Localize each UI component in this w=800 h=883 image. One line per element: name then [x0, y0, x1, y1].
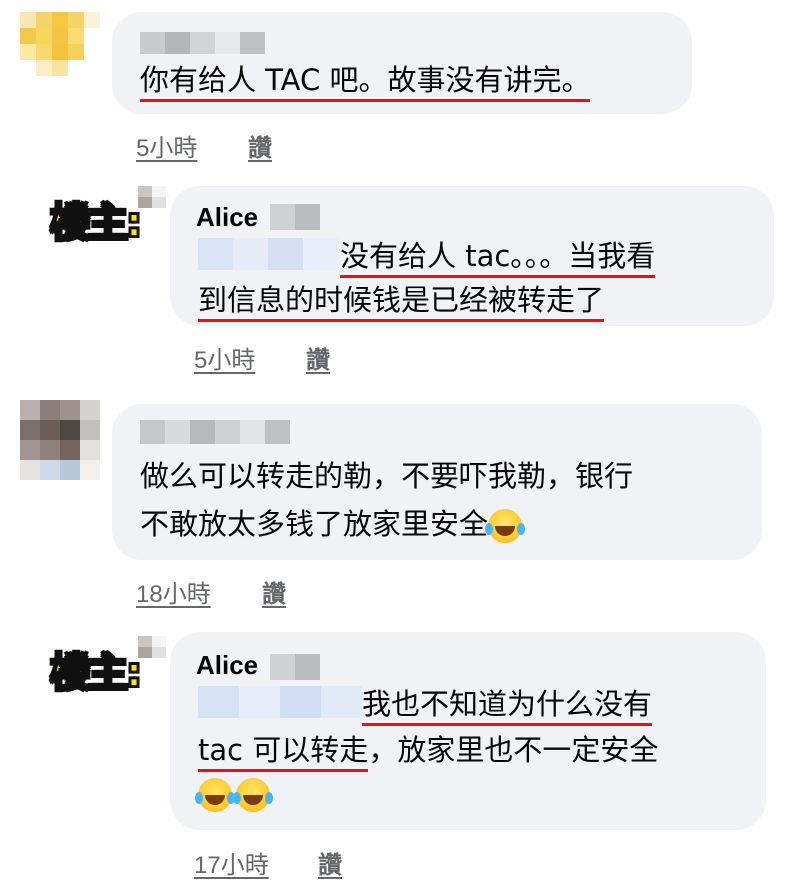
- comment-text-line-1: 做么可以转走的勒，不要吓我勒，银行: [140, 459, 634, 493]
- laughing-tears-emoji-icon: [233, 778, 270, 812]
- blurred-author-surname: [270, 654, 320, 680]
- like-button[interactable]: 讚: [306, 340, 330, 375]
- reply-bubble: Alice 没有给人 tac。。。当我看 到信息的时候钱是已经被转走了: [170, 186, 774, 326]
- comment-bubble: 你有给人 TAC 吧。故事没有讲完。: [112, 12, 692, 114]
- comment-text-underlined: 你有给人 TAC 吧。故事没有讲完。: [140, 63, 591, 102]
- comment-text-line-2: 不敢放太多钱了放家里安全: [140, 502, 526, 546]
- op-badge: 楼主:: [49, 649, 143, 697]
- blurred-mention: [198, 238, 338, 270]
- comment-text: 你有给人 TAC 吧。故事没有讲完。: [140, 58, 591, 102]
- like-button[interactable]: 讚: [318, 845, 342, 880]
- emoji-row: [195, 778, 274, 812]
- laughing-tears-emoji-icon: [195, 778, 232, 812]
- author-name[interactable]: Alice: [196, 202, 258, 233]
- blurred-commenter-name: [140, 420, 290, 444]
- comment-timestamp[interactable]: 5小時: [136, 128, 197, 163]
- laughing-tears-emoji-icon: [485, 509, 523, 543]
- reply-text-line-1: 我也不知道为什么没有: [362, 682, 653, 726]
- comment-bubble: 做么可以转走的勒，不要吓我勒，银行 不敢放太多钱了放家里安全: [112, 404, 762, 560]
- blurred-author-surname: [270, 204, 320, 230]
- reply-timestamp[interactable]: 17小時: [194, 845, 269, 880]
- op-avatar[interactable]: [138, 186, 166, 208]
- commenter-avatar[interactable]: [20, 400, 100, 480]
- like-button[interactable]: 讚: [248, 128, 272, 163]
- reply-text-line-2: 到信息的时候钱是已经被转走了: [198, 278, 605, 322]
- reply-timestamp[interactable]: 5小時: [194, 340, 255, 375]
- reply-bubble: Alice 我也不知道为什么没有 tac 可以转走，放家里也不一定安全: [170, 632, 766, 830]
- reply-text-line-1: 没有给人 tac。。。当我看: [340, 234, 656, 278]
- blurred-commenter-name: [140, 32, 265, 54]
- author-name[interactable]: Alice: [196, 650, 258, 681]
- blurred-mention: [198, 686, 362, 718]
- like-button[interactable]: 讚: [262, 574, 286, 609]
- commenter-avatar[interactable]: [20, 12, 100, 76]
- op-avatar[interactable]: [138, 636, 166, 658]
- reply-text-line-2: tac 可以转走，放家里也不一定安全: [198, 728, 658, 772]
- comment-timestamp[interactable]: 18小時: [136, 574, 211, 609]
- op-badge: 楼主:: [49, 199, 143, 247]
